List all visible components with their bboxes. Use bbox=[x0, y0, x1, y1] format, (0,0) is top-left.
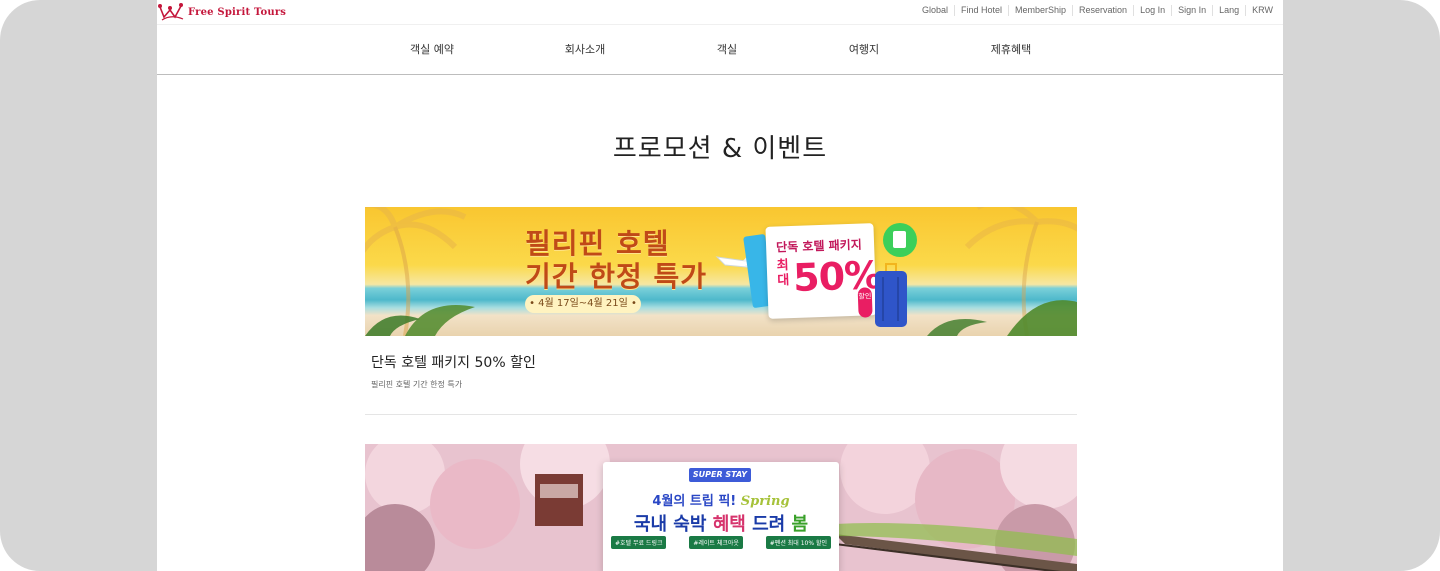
link-currency[interactable]: KRW bbox=[1245, 5, 1279, 16]
promo-subtitle: 필리핀 호텔 기간 한정 특가 bbox=[371, 380, 463, 389]
ticket-label: 단독 호텔 패키지 bbox=[775, 237, 862, 255]
spring-line2-mid: 드려 bbox=[752, 514, 786, 535]
link-membership[interactable]: MemberShip bbox=[1008, 5, 1072, 16]
ticket-max: 최대 bbox=[776, 258, 790, 289]
promo-title[interactable]: 단독 호텔 패키지 50% 할인 bbox=[371, 352, 536, 372]
promo-banner-philippines[interactable]: 필리핀 호텔 기간 한정 특가 • 4월 17일~4월 21일 • 단독 호텔 … bbox=[365, 207, 1077, 336]
page-title: 프로모션 & 이벤트 bbox=[612, 134, 828, 164]
banner-headline-line2: 기간 한정 특가 bbox=[525, 260, 708, 293]
utility-links: Global Find Hotel MemberShip Reservation… bbox=[916, 5, 1279, 16]
link-sign-in[interactable]: Sign In bbox=[1171, 5, 1212, 16]
spring-line2: 국내 숙박 혜택 드려 봄 bbox=[603, 510, 839, 536]
spring-line1-prefix: 4월의 트립 픽! bbox=[652, 494, 737, 509]
nav-destinations[interactable]: 여행지 bbox=[849, 41, 879, 57]
spring-tag: #호텔 무료 드링크 bbox=[611, 536, 667, 549]
spring-line2-end: 봄 bbox=[791, 514, 809, 535]
nav-rooms[interactable]: 객실 bbox=[717, 41, 737, 57]
palm-tree-right-icon bbox=[927, 207, 1077, 336]
logo-text: Free Spirit Tours bbox=[188, 6, 287, 18]
discount-ticket: 단독 호텔 패키지 최대 50% 할인 bbox=[765, 223, 882, 319]
crown-logo-icon bbox=[158, 3, 184, 21]
banner-headline: 필리핀 호텔 기간 한정 특가 bbox=[525, 227, 707, 293]
spring-promo-card: SUPER STAY 4월의 트립 픽! Spring 국내 숙박 혜택 드려 … bbox=[603, 462, 839, 571]
spring-word: Spring bbox=[740, 494, 790, 509]
passport-badge-icon bbox=[883, 223, 917, 257]
screen-frame: Free Spirit Tours Global Find Hotel Memb… bbox=[0, 0, 1440, 571]
site-logo[interactable]: Free Spirit Tours bbox=[157, 1, 286, 23]
spring-tags: #호텔 무료 드링크 #레이트 체크아웃 #펜션 최대 10% 할인 bbox=[611, 536, 831, 549]
link-lang[interactable]: Lang bbox=[1212, 5, 1245, 16]
link-global[interactable]: Global bbox=[916, 5, 954, 16]
main-nav: 객실 예약 회사소개 객실 여행지 제휴혜택 bbox=[157, 25, 1283, 75]
ticket-sale: 할인 bbox=[857, 287, 873, 318]
nav-about[interactable]: 회사소개 bbox=[565, 41, 605, 57]
spring-tag: #펜션 최대 10% 할인 bbox=[765, 536, 831, 549]
promo-banner-spring[interactable]: SUPER STAY 4월의 트립 픽! Spring 국내 숙박 혜택 드려 … bbox=[365, 444, 1077, 571]
link-reservation[interactable]: Reservation bbox=[1072, 5, 1133, 16]
palm-tree-left-icon bbox=[365, 207, 475, 336]
suitcase-icon bbox=[875, 263, 907, 327]
promo-divider bbox=[365, 414, 1077, 415]
nav-partner-benefits[interactable]: 제휴혜택 bbox=[991, 41, 1031, 57]
superstay-brand: SUPER STAY bbox=[689, 468, 751, 482]
web-page: Free Spirit Tours Global Find Hotel Memb… bbox=[157, 0, 1283, 571]
spring-line2-prefix: 국내 숙박 bbox=[633, 514, 707, 535]
nav-room-booking[interactable]: 객실 예약 bbox=[410, 41, 454, 57]
spring-line2-accent: 혜택 bbox=[712, 514, 746, 535]
banner-date: • 4월 17일~4월 21일 • bbox=[525, 295, 641, 313]
spring-line1: 4월의 트립 픽! Spring bbox=[603, 490, 839, 509]
spring-tag: #레이트 체크아웃 bbox=[689, 536, 743, 549]
link-log-in[interactable]: Log In bbox=[1133, 5, 1171, 16]
top-bar: Free Spirit Tours Global Find Hotel Memb… bbox=[157, 0, 1283, 25]
banner-headline-line1: 필리핀 호텔 bbox=[525, 227, 670, 260]
link-find-hotel[interactable]: Find Hotel bbox=[953, 5, 1008, 16]
